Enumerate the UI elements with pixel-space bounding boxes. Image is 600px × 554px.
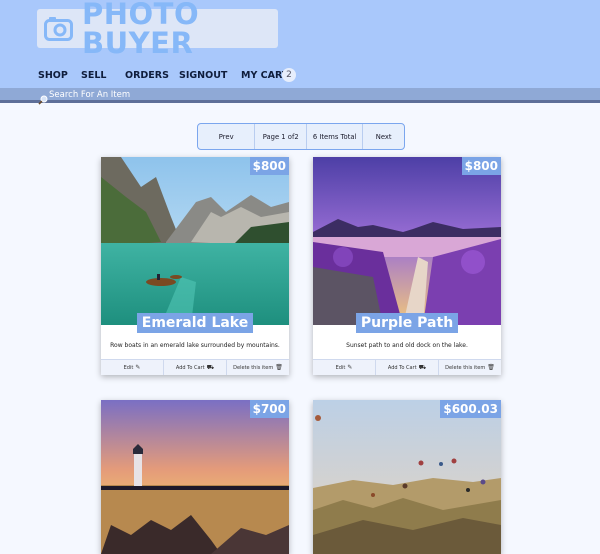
- add-to-cart-button[interactable]: Add To Cart ⛟: [376, 360, 439, 375]
- app-title: PHOTO BUYER: [82, 0, 200, 60]
- price-badge: $600.03: [440, 400, 501, 418]
- add-to-cart-button[interactable]: Add To Cart ⛟: [164, 360, 227, 375]
- pagination: Prev Page 1 of2 6 Items Total Next: [197, 123, 405, 150]
- delete-button[interactable]: Delete this item 🗑: [439, 360, 501, 375]
- pencil-icon: ✎: [135, 364, 141, 371]
- product-image[interactable]: [313, 157, 501, 325]
- product-title: Emerald Lake: [136, 313, 254, 333]
- price-badge: $700: [249, 400, 289, 418]
- main-nav: SHOP SELL ORDERS SIGNOUT MY CART 2: [0, 68, 600, 84]
- pencil-icon: ✎: [347, 364, 353, 371]
- page-indicator: Page 1 of2: [255, 124, 307, 149]
- edit-button[interactable]: Edit ✎: [313, 360, 376, 375]
- search-bar: [0, 88, 600, 105]
- product-title: Purple Path: [355, 313, 459, 333]
- next-button[interactable]: Next: [363, 124, 404, 149]
- product-description: Row boats in an emerald lake surrounded …: [110, 342, 280, 349]
- cart-icon: ⛟: [418, 363, 427, 371]
- price-badge: $800: [461, 157, 501, 175]
- product-image[interactable]: [101, 400, 289, 554]
- product-image[interactable]: [313, 400, 501, 554]
- prev-button[interactable]: Prev: [198, 124, 256, 149]
- product-card: $700: [101, 400, 289, 554]
- search-input[interactable]: [49, 89, 349, 101]
- app-logo[interactable]: PHOTO BUYER: [37, 0, 278, 57]
- price-badge: $800: [249, 157, 289, 175]
- delete-button[interactable]: Delete this item 🗑: [227, 360, 289, 375]
- cart-count-badge: 2: [282, 68, 296, 82]
- product-card: $600.03: [313, 400, 501, 554]
- magnifier-icon: [38, 90, 48, 105]
- product-description: Sunset path to and old dock on the lake.: [346, 342, 468, 349]
- product-card: $800 Purple Path Sunset path to and old …: [313, 157, 501, 375]
- trash-icon: 🗑: [275, 364, 283, 371]
- nav-sell[interactable]: SELL: [81, 68, 106, 84]
- nav-orders[interactable]: ORDERS: [125, 68, 169, 84]
- cart-icon: ⛟: [206, 363, 215, 371]
- card-actions: Edit ✎ Add To Cart ⛟ Delete this item 🗑: [101, 359, 289, 375]
- camera-icon: [44, 16, 74, 42]
- edit-button[interactable]: Edit ✎: [101, 360, 164, 375]
- product-image[interactable]: [101, 157, 289, 325]
- trash-icon: 🗑: [487, 364, 495, 371]
- nav-signout[interactable]: SIGNOUT: [179, 68, 227, 84]
- product-card: $800 Emerald Lake Row boats in an emeral…: [101, 157, 289, 375]
- app-header: PHOTO BUYER SHOP SELL ORDERS SIGNOUT MY …: [0, 0, 600, 88]
- items-total: 6 Items Total: [307, 124, 364, 149]
- nav-shop[interactable]: SHOP: [38, 68, 68, 84]
- card-actions: Edit ✎ Add To Cart ⛟ Delete this item 🗑: [313, 359, 501, 375]
